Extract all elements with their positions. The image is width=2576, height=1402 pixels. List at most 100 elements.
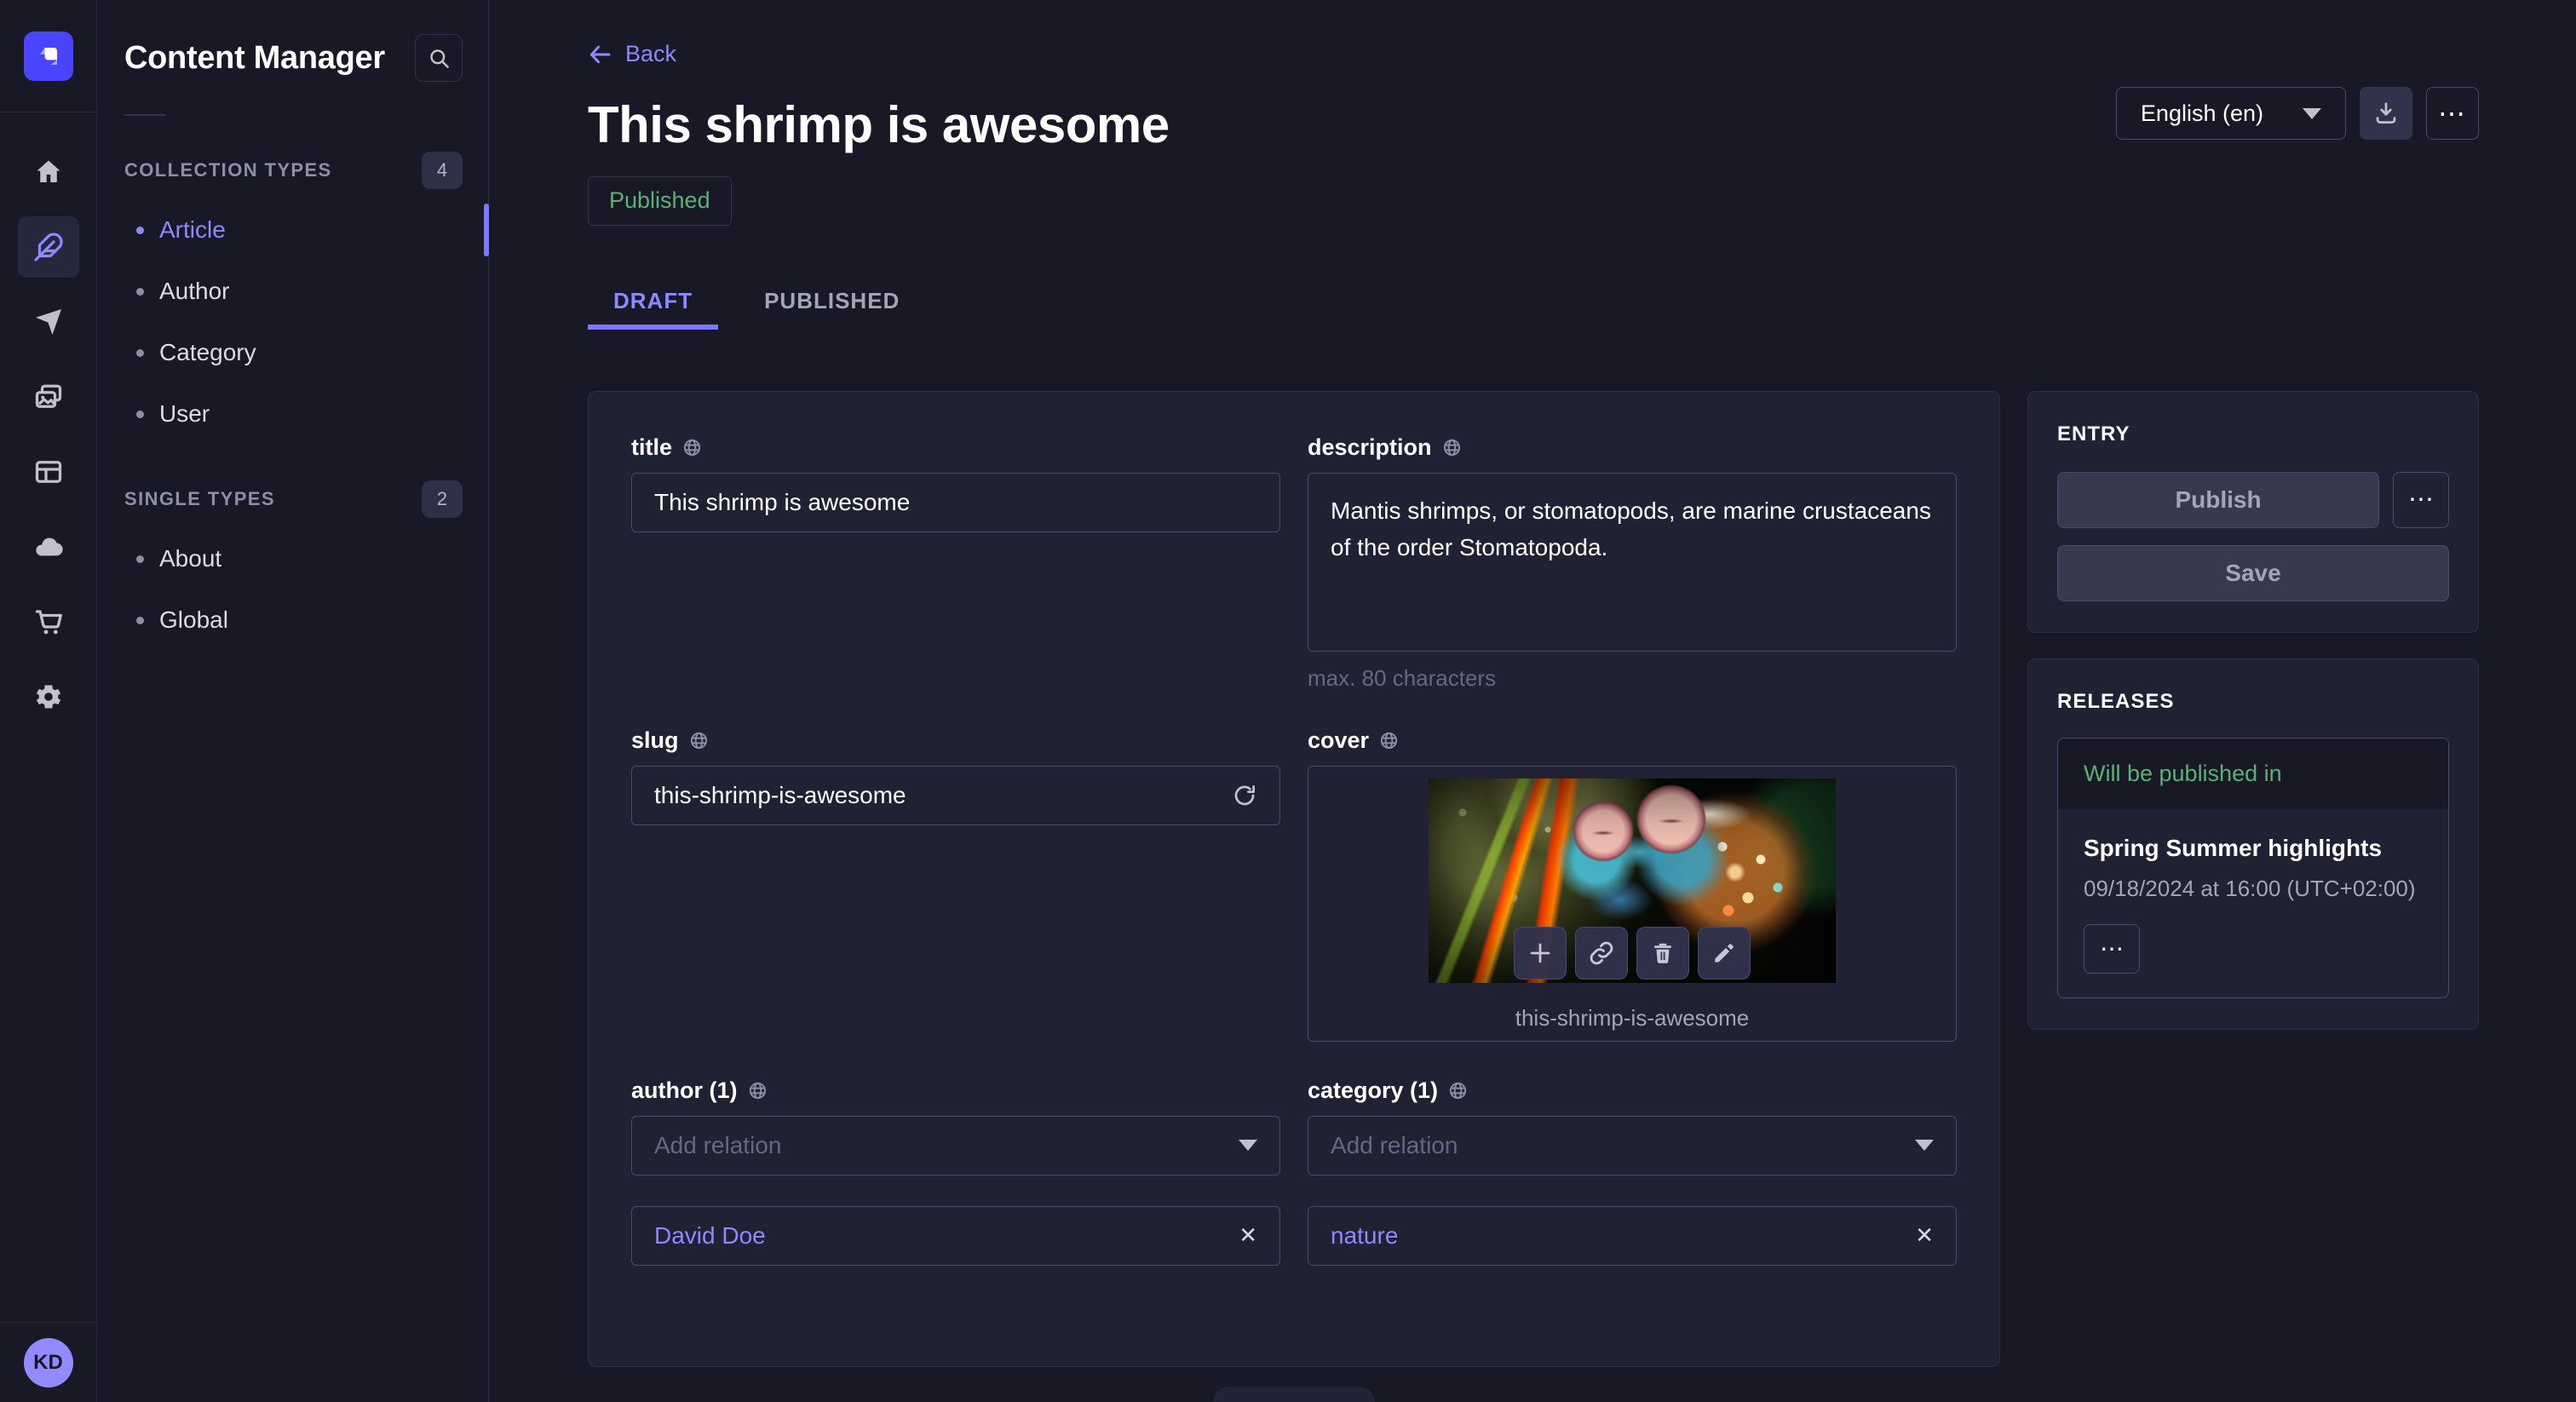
media-images-icon[interactable] xyxy=(18,366,79,428)
globe-icon xyxy=(1448,1081,1468,1100)
bullet-icon xyxy=(136,349,144,357)
collection-types-list: Article Author Category User xyxy=(97,199,488,445)
tab-draft[interactable]: DRAFT xyxy=(588,279,718,330)
entry-form-card: title This shrimp is awesome xyxy=(588,391,2000,1367)
section-count-badge: 2 xyxy=(422,480,463,518)
field-category: category (1) Add relation xyxy=(1308,1077,1957,1266)
bullet-icon xyxy=(136,617,144,624)
subnav-title: Content Manager xyxy=(124,40,385,77)
description-helper: max. 80 characters xyxy=(1308,665,1957,692)
slug-input[interactable]: this-shrimp-is-awesome xyxy=(631,766,1280,825)
save-button[interactable]: Save xyxy=(2057,545,2449,601)
status-badge: Published xyxy=(588,176,732,226)
cover-media-box: this-shrimp-is-awesome xyxy=(1308,766,1957,1042)
field-label: title xyxy=(631,434,672,461)
author-relation-select[interactable]: Add relation xyxy=(631,1116,1280,1175)
releases-panel: RELEASES Will be published in Spring Sum… xyxy=(2027,658,2479,1030)
cover-toolbar xyxy=(1514,927,1751,980)
field-label-row: slug xyxy=(631,727,1280,754)
sidebar-item-label: Global xyxy=(159,606,228,634)
cover-caption: this-shrimp-is-awesome xyxy=(1515,1005,1750,1031)
edit-media-button[interactable] xyxy=(1698,927,1751,980)
strapi-logo[interactable] xyxy=(24,32,73,81)
sidebar-item-label: Category xyxy=(159,339,256,366)
sidebar-item-author[interactable]: Author xyxy=(97,261,488,322)
field-cover: cover xyxy=(1308,727,1957,1042)
bottom-cutoff-pill[interactable] xyxy=(1213,1387,1375,1402)
regenerate-slug-icon[interactable] xyxy=(1232,783,1257,808)
locale-select[interactable]: English (en) xyxy=(2116,87,2346,140)
search-button[interactable] xyxy=(415,34,463,82)
chevron-down-icon xyxy=(2303,108,2321,119)
download-button[interactable] xyxy=(2360,87,2412,140)
tab-label: DRAFT xyxy=(613,288,693,314)
single-types-section: SINGLE TYPES 2 About Global xyxy=(97,480,488,651)
slug-input-value: this-shrimp-is-awesome xyxy=(654,782,906,809)
relation-link[interactable]: nature xyxy=(1331,1222,1398,1250)
field-label: cover xyxy=(1308,727,1369,754)
cloud-icon[interactable] xyxy=(18,516,79,577)
tab-published[interactable]: PUBLISHED xyxy=(739,279,925,330)
sidebar-item-global[interactable]: Global xyxy=(97,589,488,651)
content-row: title This shrimp is awesome xyxy=(588,391,2479,1367)
close-icon: ✕ xyxy=(1239,1222,1257,1248)
entry-more-button[interactable]: ⋯ xyxy=(2393,472,2449,528)
section-count-badge: 4 xyxy=(422,152,463,189)
pencil-icon xyxy=(1711,940,1737,966)
user-avatar[interactable]: KD xyxy=(24,1338,73,1388)
subnav-header: Content Manager xyxy=(97,0,488,82)
bullet-icon xyxy=(136,227,144,234)
sidebar-item-about[interactable]: About xyxy=(97,528,488,589)
content-manager-feather-icon[interactable] xyxy=(18,216,79,278)
send-plane-icon[interactable] xyxy=(18,291,79,353)
globe-icon xyxy=(1379,731,1399,750)
add-media-button[interactable] xyxy=(1514,927,1567,980)
layout-builder-icon[interactable] xyxy=(18,441,79,503)
home-icon[interactable] xyxy=(18,141,79,203)
download-icon xyxy=(2373,101,2399,126)
category-relation-item: nature ✕ xyxy=(1308,1206,1957,1266)
settings-gear-icon[interactable] xyxy=(18,666,79,727)
form-grid: title This shrimp is awesome xyxy=(631,434,1957,1266)
rail-nav xyxy=(0,112,96,727)
title-input[interactable]: This shrimp is awesome xyxy=(631,473,1280,532)
main-content: Back This shrimp is awesome English (en)… xyxy=(489,0,2576,1402)
header-actions: English (en) ⋯ xyxy=(2116,87,2479,140)
remove-relation-button[interactable]: ✕ xyxy=(1239,1222,1257,1249)
field-label: category (1) xyxy=(1308,1077,1438,1104)
subnav-divider xyxy=(124,114,165,116)
entry-panel: ENTRY Publish ⋯ Save xyxy=(2027,391,2479,633)
sidebar-item-category[interactable]: Category xyxy=(97,322,488,383)
release-name[interactable]: Spring Summer highlights xyxy=(2084,835,2423,862)
chevron-down-icon xyxy=(1239,1140,1257,1151)
chevron-down-icon xyxy=(1915,1140,1934,1151)
delete-media-button[interactable] xyxy=(1636,927,1689,980)
bullet-icon xyxy=(136,555,144,563)
marketplace-cart-icon[interactable] xyxy=(18,591,79,652)
link-icon xyxy=(1589,940,1614,966)
publish-button[interactable]: Publish xyxy=(2057,472,2379,528)
relation-link[interactable]: David Doe xyxy=(654,1222,766,1250)
search-icon xyxy=(428,47,451,70)
sidebar-item-label: User xyxy=(159,400,210,428)
release-more-button[interactable]: ⋯ xyxy=(2084,924,2140,974)
single-types-list: About Global xyxy=(97,528,488,651)
field-label-row: category (1) xyxy=(1308,1077,1957,1104)
release-status: Will be published in xyxy=(2058,738,2448,809)
back-link[interactable]: Back xyxy=(588,41,676,67)
section-head: SINGLE TYPES 2 xyxy=(97,480,488,518)
close-icon: ✕ xyxy=(1915,1222,1934,1248)
section-head: COLLECTION TYPES 4 xyxy=(97,152,488,189)
description-textarea[interactable]: Mantis shrimps, or stomatopods, are mari… xyxy=(1308,473,1957,652)
sidebar-item-user[interactable]: User xyxy=(97,383,488,445)
remove-relation-button[interactable]: ✕ xyxy=(1915,1222,1934,1249)
field-slug: slug this-shrimp-is-awesome xyxy=(631,727,1280,1042)
sidebar-item-article[interactable]: Article xyxy=(97,199,488,261)
release-body: Spring Summer highlights 09/18/2024 at 1… xyxy=(2058,809,2448,997)
field-label: slug xyxy=(631,727,679,754)
more-options-button[interactable]: ⋯ xyxy=(2426,87,2479,140)
field-label-row: title xyxy=(631,434,1280,461)
copy-link-button[interactable] xyxy=(1575,927,1628,980)
category-relation-select[interactable]: Add relation xyxy=(1308,1116,1957,1175)
section-label: SINGLE TYPES xyxy=(124,488,275,510)
